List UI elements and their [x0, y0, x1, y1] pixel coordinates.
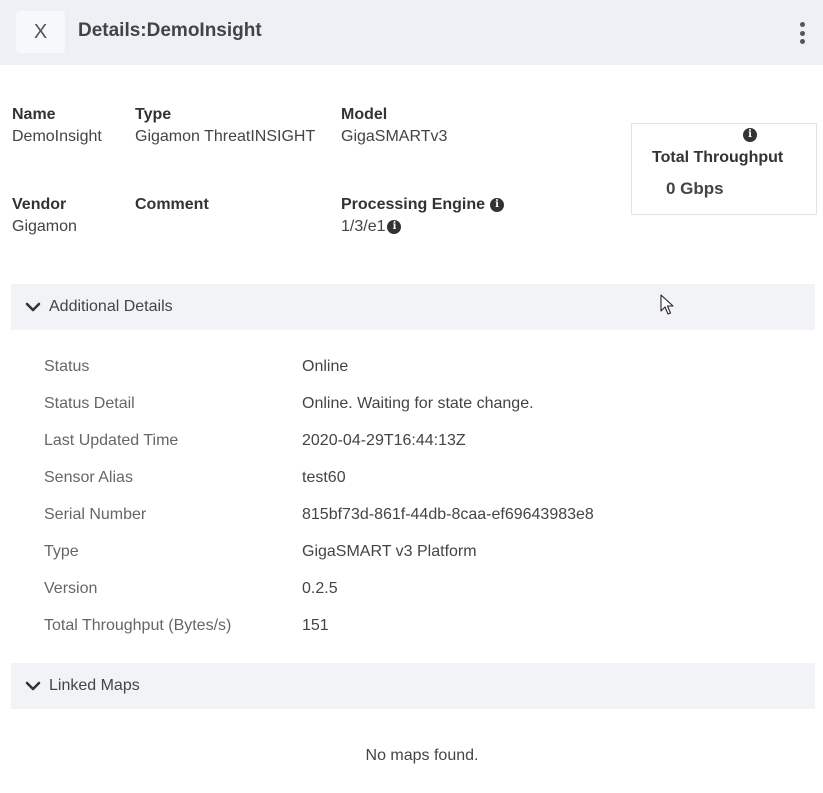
detail-label: Version	[44, 580, 98, 597]
model-field: Model GigaSMARTv3	[341, 106, 447, 146]
comment-label: Comment	[135, 196, 209, 213]
name-value: DemoInsight	[12, 128, 102, 145]
detail-value: 815bf73d-861f-44db-8caa-ef69643983e8	[302, 506, 594, 523]
throughput-value: 0 Gbps	[666, 179, 724, 198]
detail-value: test60	[302, 469, 346, 486]
processing-engine-field: Processing Engine i 1/3/e1 i	[341, 196, 505, 236]
type-field: Type Gigamon ThreatINSIGHT	[135, 106, 315, 146]
name-label: Name	[12, 106, 56, 123]
vendor-label: Vendor	[12, 196, 67, 213]
close-icon: X	[33, 20, 48, 43]
detail-label: Type	[44, 543, 79, 560]
detail-value: Online. Waiting for state change.	[302, 395, 534, 412]
additional-details-toggle[interactable]: Additional Details	[11, 284, 815, 330]
detail-value: Online	[302, 358, 349, 375]
chevron-down-icon	[25, 302, 41, 312]
detail-label: Status Detail	[44, 395, 135, 412]
mouse-pointer-icon	[660, 294, 674, 315]
throughput-label: Total Throughput	[652, 149, 784, 166]
detail-label: Serial Number	[44, 506, 147, 523]
processing-engine-label-row: Processing Engine i	[341, 196, 505, 214]
additional-details-title: Additional Details	[49, 298, 173, 315]
processing-engine-value: 1/3/e1	[341, 218, 386, 235]
detail-value: 151	[302, 617, 329, 634]
page-title: Details:DemoInsight	[78, 20, 262, 41]
more-options-icon[interactable]	[792, 19, 812, 47]
model-label: Model	[341, 106, 388, 123]
type-label: Type	[135, 106, 172, 123]
detail-value: 2020-04-29T16:44:13Z	[302, 432, 466, 449]
throughput-card: i Total Throughput 0 Gbps	[631, 123, 817, 215]
detail-label: Last Updated Time	[44, 432, 179, 449]
info-icon[interactable]: i	[743, 128, 757, 142]
vendor-field: Vendor Gigamon	[12, 196, 77, 236]
detail-value: GigaSMART v3 Platform	[302, 543, 477, 560]
processing-engine-value-row: 1/3/e1 i	[341, 218, 504, 236]
comment-field: Comment	[135, 196, 209, 218]
chevron-down-icon	[25, 681, 41, 691]
linked-maps-title: Linked Maps	[49, 677, 140, 694]
type-value: Gigamon ThreatINSIGHT	[135, 128, 316, 145]
empty-state-text: No maps found.	[365, 747, 479, 764]
details-header: X Details:DemoInsight	[0, 0, 823, 65]
detail-label: Total Throughput (Bytes/s)	[44, 617, 232, 634]
processing-engine-label: Processing Engine	[341, 196, 486, 213]
linked-maps-toggle[interactable]: Linked Maps	[11, 663, 815, 709]
vendor-value: Gigamon	[12, 218, 77, 235]
info-icon[interactable]: i	[387, 220, 402, 234]
detail-label: Sensor Alias	[44, 469, 133, 486]
close-button[interactable]: X	[16, 11, 65, 53]
info-icon[interactable]: i	[490, 198, 505, 212]
detail-value: 0.2.5	[302, 580, 338, 597]
detail-label: Status	[44, 358, 90, 375]
name-field: Name DemoInsight	[12, 106, 102, 146]
model-value: GigaSMARTv3	[341, 128, 448, 145]
